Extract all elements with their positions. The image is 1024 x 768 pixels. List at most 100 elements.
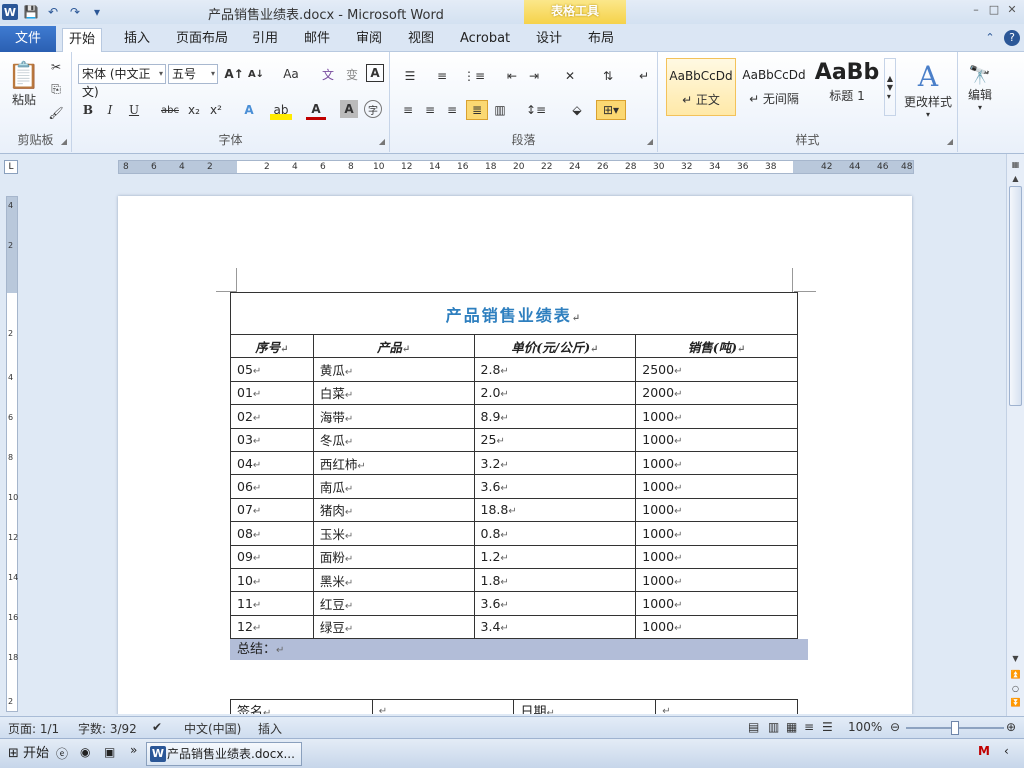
table-cell[interactable]: 1000↵: [635, 474, 798, 499]
signature-table[interactable]: 签名↵ ↵ 日期↵ ↵: [230, 699, 798, 714]
table-cell[interactable]: 3.4↵: [473, 614, 637, 640]
character-border-icon[interactable]: A: [366, 64, 384, 82]
table-cell[interactable]: 3.2↵: [473, 450, 637, 476]
insert-mode[interactable]: 插入: [258, 720, 282, 737]
show-hide-marks-icon[interactable]: ↵: [634, 66, 654, 86]
taskbar-item-word[interactable]: W 产品销售业绩表.docx...: [146, 742, 302, 766]
proofing-icon[interactable]: ✔: [152, 720, 162, 734]
redo-icon[interactable]: ↷: [66, 3, 84, 21]
subscript-button[interactable]: x₂: [184, 100, 204, 120]
word-app-icon[interactable]: W: [2, 4, 18, 20]
shading-icon[interactable]: ⬙: [564, 100, 590, 120]
tab-design[interactable]: 设计: [530, 28, 568, 52]
change-styles-button[interactable]: A 更改样式 ▾: [900, 56, 956, 122]
web-layout-icon[interactable]: ▦: [786, 720, 797, 734]
tab-stop-selector[interactable]: L: [4, 160, 18, 174]
grow-font-button[interactable]: A↑: [224, 64, 244, 84]
change-case-button[interactable]: Aa: [278, 64, 304, 84]
tab-layout[interactable]: 布局: [582, 28, 620, 52]
table-cell[interactable]: 1000↵: [635, 427, 798, 452]
table-cell[interactable]: 05↵: [230, 357, 314, 382]
styles-launcher-icon[interactable]: ◢: [947, 137, 953, 146]
table-cell[interactable]: 01↵: [230, 380, 314, 406]
styles-scroll-icon[interactable]: ▲ ▼ ▾: [884, 58, 896, 116]
font-launcher-icon[interactable]: ◢: [379, 137, 385, 146]
table-cell[interactable]: 黄瓜↵: [312, 357, 475, 382]
next-page-icon[interactable]: ⏬: [1007, 698, 1024, 712]
table-cell[interactable]: 绿豆↵: [312, 614, 475, 640]
table-cell[interactable]: 玉米↵: [312, 521, 475, 546]
style-no-spacing[interactable]: AaBbCcDd ↵ 无间隔: [738, 58, 810, 116]
style-normal[interactable]: AaBbCcDd ↵ 正文: [666, 58, 736, 116]
zoom-level[interactable]: 100%: [848, 720, 882, 734]
app-icon[interactable]: ▣: [104, 745, 115, 759]
highlight-icon[interactable]: ab: [270, 100, 292, 120]
restore-button[interactable]: □: [986, 2, 1002, 18]
previous-page-icon[interactable]: ⏫: [1007, 670, 1024, 684]
clear-format-icon[interactable]: 变: [342, 64, 362, 84]
page-count[interactable]: 页面: 1/1: [8, 720, 59, 737]
borders-icon[interactable]: ⊞▾: [596, 100, 626, 120]
tray-expand-icon[interactable]: ‹: [1004, 744, 1009, 758]
scroll-down-icon[interactable]: ▼: [1007, 654, 1024, 668]
tab-review[interactable]: 审阅: [350, 28, 388, 52]
undo-icon[interactable]: ↶: [44, 3, 62, 21]
table-cell[interactable]: 3.6↵: [473, 591, 637, 616]
table-header-cell[interactable]: 销售(吨)↵: [635, 333, 798, 359]
align-left-icon[interactable]: ≡: [398, 100, 418, 120]
vertical-ruler[interactable]: 4 2 2 4 6 8 10 12 14 16 18 2: [6, 196, 18, 712]
table-cell[interactable]: 25↵: [473, 427, 637, 452]
sign-label-cell[interactable]: 签名↵: [230, 699, 373, 714]
table-cell[interactable]: 11↵: [230, 591, 314, 616]
table-cell[interactable]: 06↵: [230, 474, 314, 499]
multilevel-list-icon[interactable]: ⋮≡: [462, 66, 486, 86]
save-icon[interactable]: 💾: [22, 3, 40, 21]
distributed-icon[interactable]: ▥: [490, 100, 510, 120]
table-cell[interactable]: 10↵: [230, 567, 314, 593]
table-cell[interactable]: 1000↵: [635, 521, 798, 546]
tab-home[interactable]: 开始: [62, 28, 103, 52]
tab-file[interactable]: 文件: [0, 26, 56, 52]
outline-icon[interactable]: ≡: [804, 720, 814, 734]
minimize-button[interactable]: –: [968, 2, 984, 18]
browser-icon[interactable]: ◉: [80, 745, 90, 759]
table-cell[interactable]: 红豆↵: [312, 591, 475, 616]
table-cell[interactable]: 海带↵: [312, 404, 475, 429]
copy-icon[interactable]: ⎘: [46, 80, 66, 98]
table-cell[interactable]: 黑米↵: [312, 567, 475, 593]
table-cell[interactable]: 2.0↵: [473, 380, 637, 406]
table-cell[interactable]: 面粉↵: [312, 544, 475, 569]
align-center-icon[interactable]: ≡: [420, 100, 440, 120]
align-right-icon[interactable]: ≡: [442, 100, 462, 120]
table-cell[interactable]: 09↵: [230, 544, 314, 569]
italic-button[interactable]: I: [100, 100, 120, 120]
tab-view[interactable]: 视图: [402, 28, 440, 52]
table-header-cell[interactable]: 产品↵: [312, 333, 475, 359]
table-cell[interactable]: 1000↵: [635, 567, 798, 593]
table-cell[interactable]: 3.6↵: [473, 474, 637, 499]
word-count[interactable]: 字数: 3/92: [78, 720, 137, 737]
more-icon[interactable]: »: [130, 743, 137, 757]
justify-icon[interactable]: ≣: [466, 100, 488, 120]
print-layout-icon[interactable]: ▤: [748, 720, 759, 734]
text-effects-icon[interactable]: A: [238, 100, 260, 120]
tab-acrobat[interactable]: Acrobat: [454, 28, 516, 52]
cut-icon[interactable]: ✂: [46, 58, 66, 76]
scrollbar-thumb[interactable]: [1009, 186, 1022, 406]
tab-page-layout[interactable]: 页面布局: [170, 28, 234, 52]
date-label-cell[interactable]: 日期↵: [513, 699, 657, 714]
table-cell[interactable]: 08↵: [230, 521, 314, 546]
table-cell[interactable]: 1000↵: [635, 591, 798, 616]
table-cell[interactable]: 南瓜↵: [312, 474, 475, 499]
table-cell[interactable]: 1000↵: [635, 450, 798, 476]
table-cell[interactable]: 白菜↵: [312, 380, 475, 406]
date-value-cell[interactable]: ↵: [655, 699, 798, 714]
table-cell[interactable]: 西红柿↵: [312, 450, 475, 476]
table-cell[interactable]: 04↵: [230, 450, 314, 476]
table-cell[interactable]: 1000↵: [635, 497, 798, 523]
enclose-characters-icon[interactable]: 字: [364, 100, 382, 118]
table-cell[interactable]: 冬瓜↵: [312, 427, 475, 452]
paste-button[interactable]: 📋 粘贴: [6, 56, 42, 112]
table-cell[interactable]: 07↵: [230, 497, 314, 523]
table-cell[interactable]: 8.9↵: [473, 404, 637, 429]
